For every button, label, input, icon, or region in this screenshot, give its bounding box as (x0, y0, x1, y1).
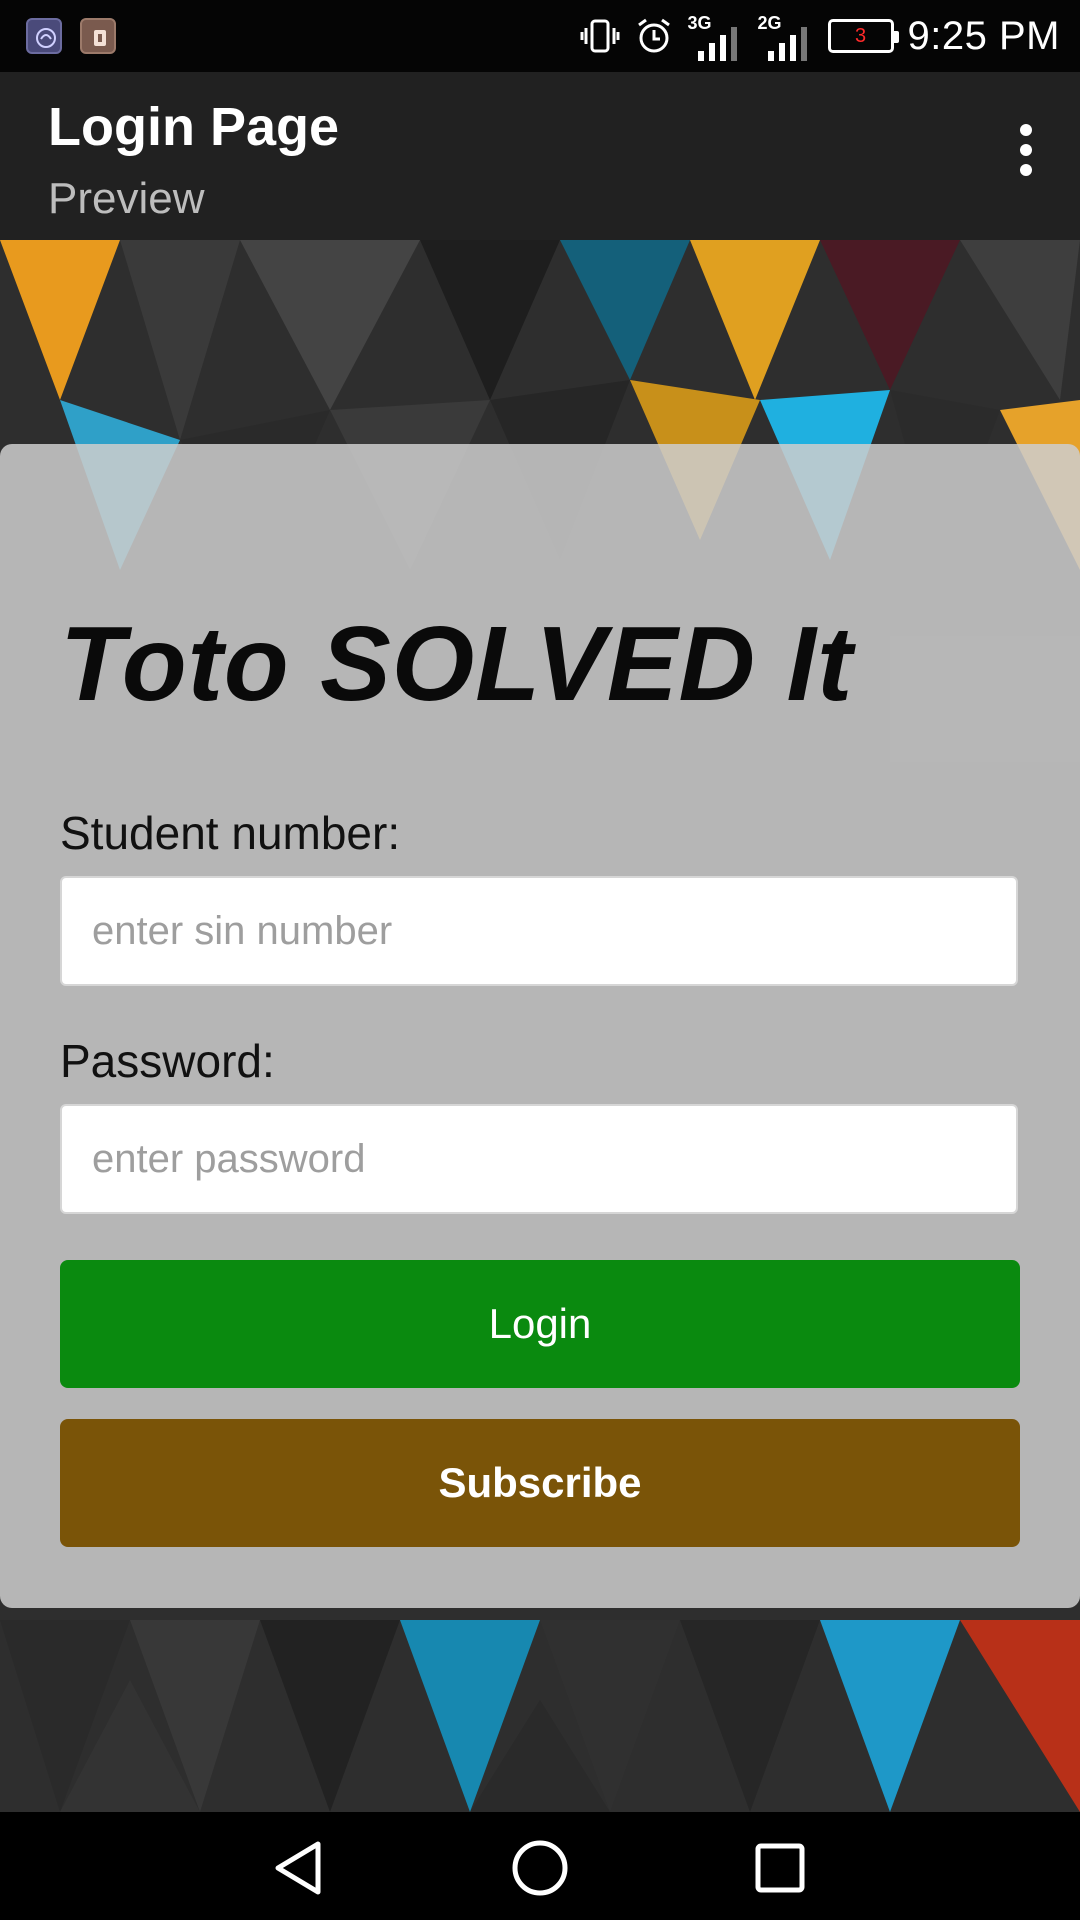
status-time: 9:25 PM (907, 13, 1060, 58)
more-vert-icon[interactable] (992, 116, 1060, 184)
password-label: Password: (60, 1035, 275, 1087)
login-button[interactable]: Login (60, 1260, 1020, 1388)
login-card: Toto SOLVED It Student number: Password:… (0, 444, 1080, 1608)
battery-icon: 3 (827, 19, 899, 53)
home-circle-icon[interactable] (508, 1836, 572, 1900)
vibrate-icon (580, 19, 620, 53)
student-number-label: Student number: (60, 807, 401, 859)
back-triangle-icon[interactable] (268, 1836, 332, 1900)
status-bar: 3G 2G 3 9:25 PM (0, 0, 1080, 72)
alarm-icon (637, 18, 670, 53)
page-title: Login Page (48, 97, 340, 157)
notification-clipboard-icon (80, 18, 116, 54)
notification-app-icon (26, 18, 62, 54)
system-nav-bar (0, 1812, 1080, 1920)
status-indicators: 3G 2G 3 9:25 PM (580, 0, 1060, 72)
brand-heading: Toto SOLVED It (60, 605, 854, 723)
subscribe-button[interactable]: Subscribe (60, 1419, 1020, 1547)
page-subtitle: Preview (48, 174, 205, 223)
app-bar: Login Page Preview (0, 72, 1080, 240)
signal-2g-icon: 2G (758, 11, 814, 61)
student-number-input[interactable] (60, 876, 1018, 986)
signal-3g-icon: 3G (688, 11, 744, 61)
battery-level: 3 (854, 25, 867, 47)
recents-square-icon[interactable] (748, 1836, 812, 1900)
password-input[interactable] (60, 1104, 1018, 1214)
